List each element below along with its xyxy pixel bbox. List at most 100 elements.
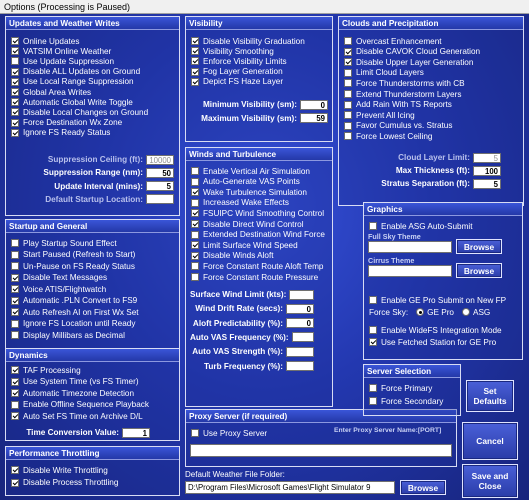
checkbox-box[interactable] — [191, 198, 199, 207]
checkbox-box[interactable] — [11, 466, 19, 474]
weather-file-path[interactable]: D:\Program Files\Microsoft Games\Flight … — [185, 481, 395, 494]
checkbox-box[interactable] — [11, 118, 19, 127]
checkbox-box[interactable] — [11, 239, 19, 247]
checkbox-disable-write-throttling[interactable]: Disable Write Throttling — [11, 465, 108, 475]
field-input[interactable]: 100 — [473, 165, 501, 176]
checkbox-use-update-suppression[interactable]: Use Update Suppression — [11, 56, 114, 66]
checkbox-enable-vertical-air-simulation[interactable]: Enable Vertical Air Simulation — [191, 166, 310, 176]
checkbox-prevent-all-icing[interactable]: Prevent All Icing — [344, 110, 415, 120]
checkbox-box[interactable] — [191, 167, 199, 175]
field-input[interactable] — [291, 332, 314, 343]
cirrus-input[interactable] — [368, 265, 452, 277]
use-proxy-box[interactable] — [191, 429, 199, 437]
field-input[interactable] — [286, 346, 314, 357]
checkbox-box[interactable] — [191, 188, 199, 197]
checkbox-auto-generate-vas-points[interactable]: Auto-Generate VAS Points — [191, 177, 300, 187]
checkbox-box[interactable] — [344, 79, 352, 88]
checkbox-box[interactable] — [11, 308, 19, 316]
checkbox-box[interactable] — [191, 47, 199, 56]
checkbox-automatic-global-write-toggle[interactable]: Automatic Global Write Toggle — [11, 97, 133, 107]
checkbox-vatsim-online-weather[interactable]: VATSIM Online Weather — [11, 46, 111, 56]
checkbox-box[interactable] — [11, 296, 19, 305]
checkbox-box[interactable] — [11, 47, 19, 56]
field-input[interactable] — [146, 194, 174, 205]
full-sky-input[interactable] — [368, 241, 452, 253]
checkbox-box[interactable] — [11, 250, 19, 259]
checkbox-box[interactable] — [11, 128, 19, 137]
checkbox-disable-cavok-cloud-generation[interactable]: Disable CAVOK Cloud Generation — [344, 47, 480, 57]
checkbox-box[interactable] — [11, 37, 19, 45]
checkbox-box[interactable] — [11, 88, 19, 96]
checkbox-disable-visibility-graduation[interactable]: Disable Visibility Graduation — [191, 36, 305, 46]
checkbox-fog-layer-generation[interactable]: Fog Layer Generation — [191, 67, 283, 77]
checkbox-taf-processing[interactable]: TAF Processing — [11, 365, 81, 375]
field-input[interactable]: 0 — [286, 318, 314, 329]
full-sky-browse-button[interactable]: Browse — [456, 239, 502, 254]
asg-box[interactable] — [369, 222, 377, 230]
checkbox-online-updates[interactable]: Online Updates — [11, 36, 79, 46]
field-input[interactable]: 5 — [473, 178, 501, 189]
gepro-box[interactable] — [369, 296, 377, 304]
checkbox-box[interactable] — [344, 132, 352, 141]
radio-asg[interactable] — [462, 308, 470, 316]
checkbox-box[interactable] — [11, 57, 19, 66]
checkbox-box[interactable] — [11, 108, 19, 117]
checkbox-force-constant-route-aloft-temp[interactable]: Force Constant Route Aloft Temp — [191, 261, 323, 271]
checkbox-box[interactable] — [191, 251, 199, 260]
checkbox-automatic-timezone-detection[interactable]: Automatic Timezone Detection — [11, 388, 134, 398]
checkbox-box[interactable] — [344, 90, 352, 98]
checkbox-play-startup-sound-effect[interactable]: Play Startup Sound Effect — [11, 238, 117, 248]
checkbox-box[interactable] — [11, 319, 19, 328]
checkbox-box[interactable] — [191, 262, 199, 271]
checkbox-visibility-smoothing[interactable]: Visibility Smoothing — [191, 46, 274, 56]
checkbox-box[interactable] — [11, 98, 19, 107]
checkbox-disable-all-updates-on-ground[interactable]: Disable ALL Updates on Ground — [11, 67, 140, 77]
checkbox-box[interactable] — [191, 177, 199, 186]
checkbox-fsuipc-wind-smoothing-control[interactable]: FSUIPC Wind Smoothing Control — [191, 208, 324, 218]
field-input[interactable]: 59 — [300, 113, 328, 123]
gepro-checkbox[interactable]: Enable GE Pro Submit on New FP — [369, 295, 506, 305]
checkbox-box[interactable] — [11, 67, 19, 76]
checkbox-disable-local-changes-on-ground[interactable]: Disable Local Changes on Ground — [11, 107, 148, 117]
checkbox-force-constant-route-pressure[interactable]: Force Constant Route Pressure — [191, 272, 318, 282]
checkbox-box[interactable] — [344, 100, 352, 109]
checkbox-box[interactable] — [191, 77, 199, 86]
checkbox-box[interactable] — [191, 241, 199, 250]
fetched-station-box[interactable] — [369, 338, 377, 346]
checkbox-ignore-fs-location-until-ready[interactable]: Ignore FS Location until Ready — [11, 319, 135, 329]
checkbox-disable-direct-wind-control[interactable]: Disable Direct Wind Control — [191, 219, 304, 229]
field-input[interactable]: 0 — [286, 303, 314, 314]
use-proxy-checkbox[interactable]: Use Proxy Server — [191, 428, 267, 438]
widefs-checkbox[interactable]: Enable WideFS Integration Mode — [369, 325, 502, 335]
field-input[interactable]: 10000 — [146, 154, 174, 165]
checkbox-box[interactable] — [191, 230, 199, 239]
field-input[interactable]: 50 — [146, 167, 174, 178]
checkbox-global-area-writes[interactable]: Global Area Writes — [11, 87, 91, 97]
checkbox-limit-cloud-layers[interactable]: Limit Cloud Layers — [344, 68, 424, 78]
checkbox-box[interactable] — [11, 389, 19, 397]
field-input[interactable]: 0 — [300, 99, 328, 110]
checkbox-box[interactable] — [11, 412, 19, 420]
checkbox-disable-text-messages[interactable]: Disable Text Messages — [11, 273, 107, 283]
checkbox-extended-destination-wind-force[interactable]: Extended Destination Wind Force — [191, 230, 325, 240]
checkbox-box[interactable] — [11, 273, 19, 282]
checkbox-limit-surface-wind-speed[interactable]: Limit Surface Wind Speed — [191, 240, 298, 250]
checkbox-box[interactable] — [191, 37, 199, 45]
checkbox-force-destination-wx-zone[interactable]: Force Destination Wx Zone — [11, 118, 122, 128]
checkbox-favor-cumulus-vs-stratus[interactable]: Favor Cumulus vs. Stratus — [344, 121, 452, 131]
save-close-button[interactable]: Save and Close — [462, 464, 518, 498]
radio-gepro[interactable] — [416, 308, 425, 316]
checkbox-box[interactable] — [191, 220, 199, 228]
checkbox-box[interactable] — [11, 366, 19, 374]
checkbox-box[interactable] — [344, 121, 352, 130]
checkbox-box[interactable] — [11, 331, 19, 339]
checkbox-box[interactable] — [344, 111, 352, 120]
checkbox-disable-winds-aloft[interactable]: Disable Winds Aloft — [191, 251, 274, 261]
cancel-button[interactable]: Cancel — [462, 422, 518, 460]
force-secondary-checkbox[interactable]: Force Secondary — [369, 396, 443, 406]
checkbox-disable-upper-layer-generation[interactable]: Disable Upper Layer Generation — [344, 57, 473, 67]
force-primary-box[interactable] — [369, 384, 377, 392]
checkbox-enable-offline-sequence-playback[interactable]: Enable Offline Sequence Playback — [11, 400, 149, 410]
checkbox-box[interactable] — [191, 57, 199, 66]
checkbox-force-lowest-ceiling[interactable]: Force Lowest Ceiling — [344, 131, 432, 141]
